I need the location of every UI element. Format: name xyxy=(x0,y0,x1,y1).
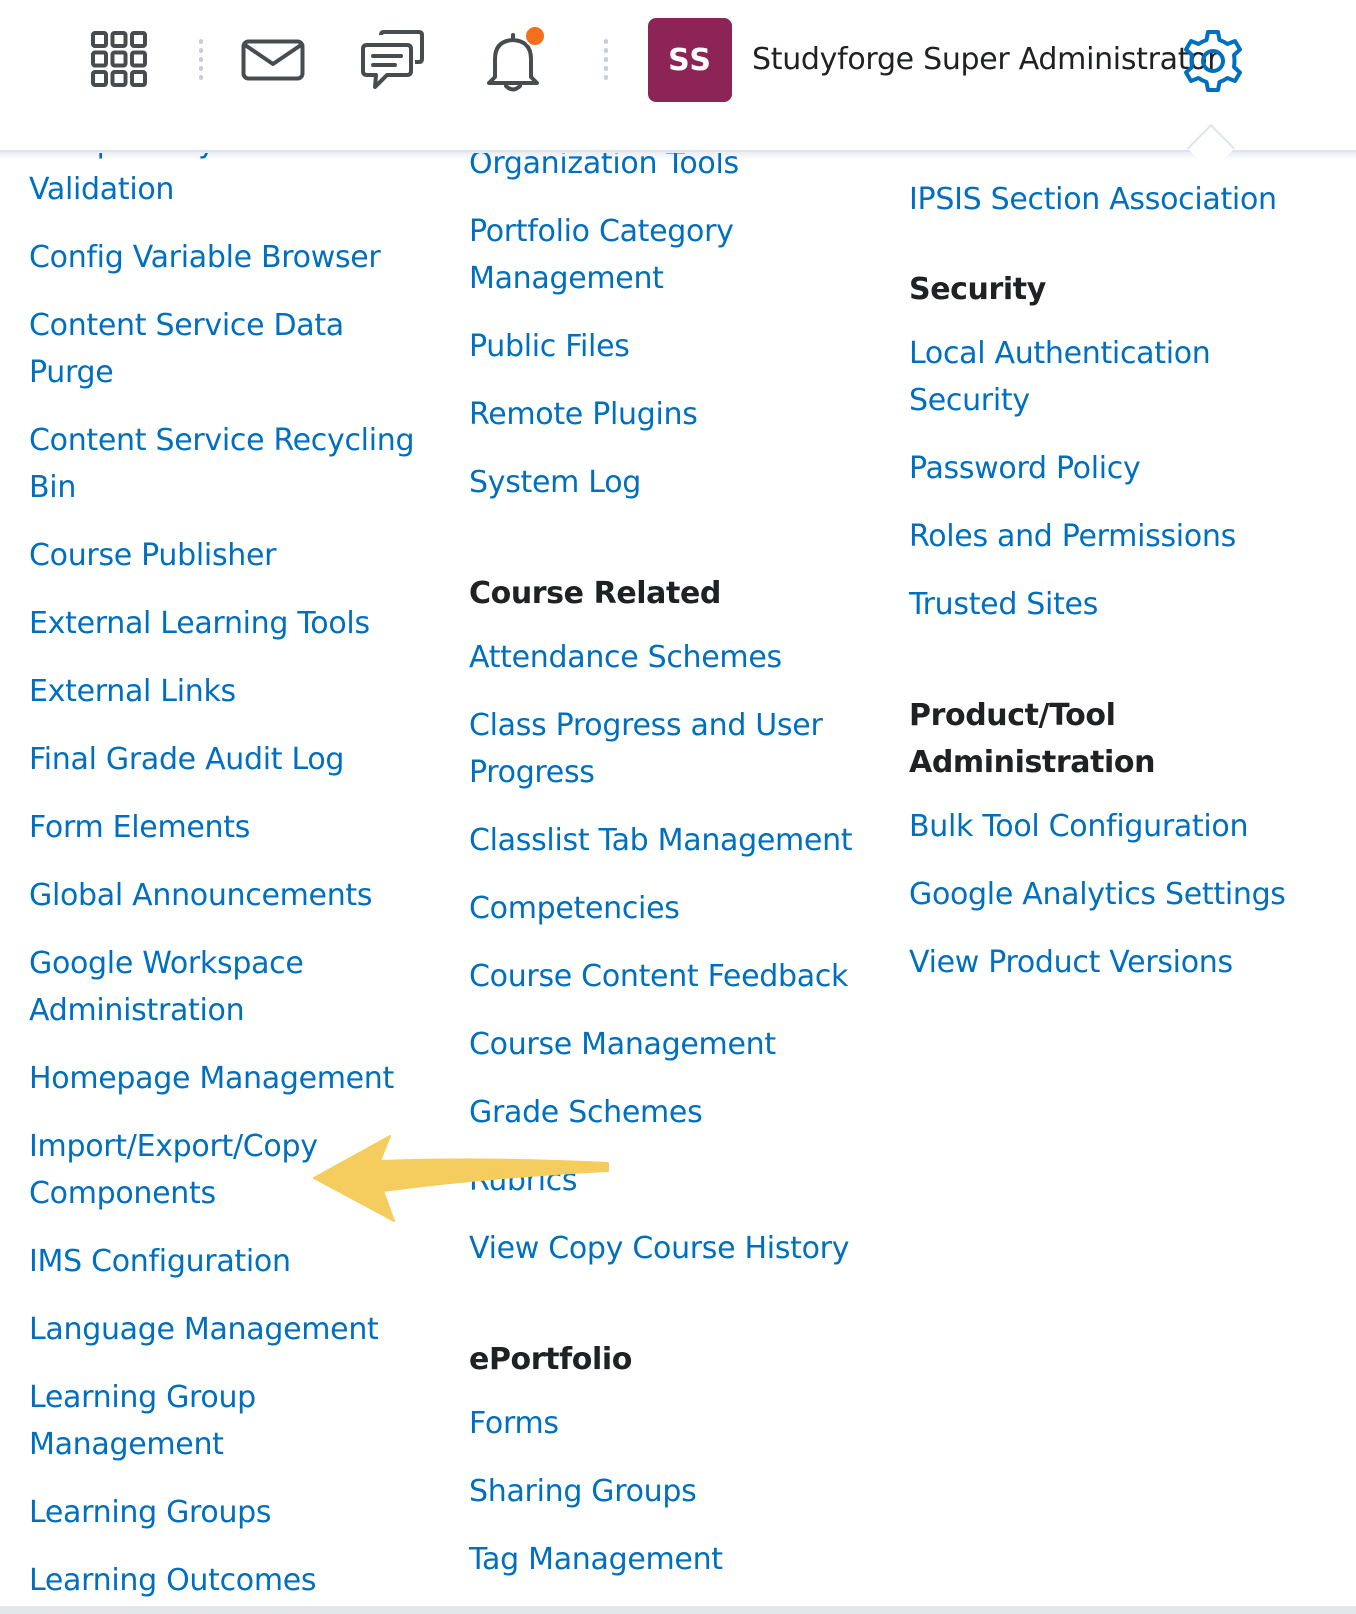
menu-link-learning-outcomes[interactable]: Learning Outcomes xyxy=(29,1557,424,1604)
menu-link-password-policy[interactable]: Password Policy xyxy=(909,445,1239,492)
menu-link-global-announcements[interactable]: Global Announcements xyxy=(29,872,424,919)
menu-link-trusted-sites[interactable]: Trusted Sites xyxy=(909,581,1239,628)
menu-link-content-service-recycling-bin[interactable]: Content Service Recycling Bin xyxy=(29,417,424,511)
apps-grid-icon[interactable] xyxy=(88,28,150,90)
menu-link-google-workspace-administration[interactable]: Google Workspace Administration xyxy=(29,940,424,1034)
user-name[interactable]: Studyforge Super Administrator xyxy=(752,42,1220,77)
menu-link-google-analytics-settings[interactable]: Google Analytics Settings xyxy=(909,871,1329,918)
menu-link-rubrics[interactable]: Rubrics xyxy=(469,1157,859,1204)
menu-link-remote-plugins[interactable]: Remote Plugins xyxy=(469,391,769,438)
menu-link-system-log[interactable]: System Log xyxy=(469,459,769,506)
menu-link-tag-management[interactable]: Tag Management xyxy=(469,1536,859,1583)
menu-link-course-management[interactable]: Course Management xyxy=(469,1021,859,1068)
menu-link-course-content-feedback[interactable]: Course Content Feedback xyxy=(469,953,859,1000)
menu-link-public-files[interactable]: Public Files xyxy=(469,323,769,370)
menu-link-local-authentication-security[interactable]: Local Authentication Security xyxy=(909,330,1239,424)
menu-link-class-progress-and-user-progress[interactable]: Class Progress and User Progress xyxy=(469,702,859,796)
menu-link-bulk-tool-configuration[interactable]: Bulk Tool Configuration xyxy=(909,803,1329,850)
menu-link-external-links[interactable]: External Links xyxy=(29,668,424,715)
top-navbar: SS Studyforge Super Administrator xyxy=(0,0,1356,150)
menu-link-form-elements[interactable]: Form Elements xyxy=(29,804,424,851)
nav-separator xyxy=(199,37,203,83)
bottom-edge xyxy=(0,1606,1356,1614)
section-heading-course-related: Course Related xyxy=(469,576,721,611)
menu-link-view-product-versions[interactable]: View Product Versions xyxy=(909,939,1329,986)
column-3: IPSIS Section Association Security Local… xyxy=(909,176,1329,1007)
column-2: Organization Tools Portfolio Category Ma… xyxy=(469,153,889,1604)
gear-icon[interactable] xyxy=(1180,28,1246,94)
menu-link-language-management[interactable]: Language Management xyxy=(29,1306,424,1353)
menu-link-external-learning-tools[interactable]: External Learning Tools xyxy=(29,600,424,647)
section-heading-security: Security xyxy=(909,272,1046,307)
column-1: Competency Structure Validation Config V… xyxy=(29,153,449,1614)
menu-link-ims-configuration[interactable]: IMS Configuration xyxy=(29,1238,424,1285)
chat-bubbles-icon[interactable] xyxy=(360,28,426,92)
section-heading-product-tool-administration: Product/Tool Administration xyxy=(909,698,1156,780)
menu-link-config-variable-browser[interactable]: Config Variable Browser xyxy=(29,234,424,281)
menu-link-view-copy-course-history[interactable]: View Copy Course History xyxy=(469,1225,859,1272)
menu-link-attendance-schemes[interactable]: Attendance Schemes xyxy=(469,634,859,681)
menu-link-organization-tools[interactable]: Organization Tools xyxy=(469,153,889,187)
envelope-icon[interactable] xyxy=(240,38,306,82)
menu-link-learning-group-management[interactable]: Learning Group Management xyxy=(29,1374,424,1468)
menu-link-grade-schemes[interactable]: Grade Schemes xyxy=(469,1089,859,1136)
menu-link-competencies[interactable]: Competencies xyxy=(469,885,859,932)
menu-link-sharing-groups[interactable]: Sharing Groups xyxy=(469,1468,859,1515)
section-heading-eportfolio: ePortfolio xyxy=(469,1342,632,1377)
admin-tools-dropdown: Competency Structure Validation Config V… xyxy=(0,153,1356,1614)
menu-link-clipped[interactable]: Competency Structure Validation xyxy=(29,153,449,213)
menu-link-portfolio-category-management[interactable]: Portfolio Category Management xyxy=(469,208,769,302)
menu-link-forms[interactable]: Forms xyxy=(469,1400,859,1447)
menu-link-roles-and-permissions[interactable]: Roles and Permissions xyxy=(909,513,1239,560)
menu-link-classlist-tab-management[interactable]: Classlist Tab Management xyxy=(469,817,859,864)
menu-link-homepage-management[interactable]: Homepage Management xyxy=(29,1055,424,1102)
menu-link-import-export-copy-components[interactable]: Import/Export/Copy Components xyxy=(29,1123,424,1217)
avatar[interactable]: SS xyxy=(648,18,732,102)
menu-link-ipsis-section-association[interactable]: IPSIS Section Association xyxy=(909,176,1329,223)
menu-link-learning-groups[interactable]: Learning Groups xyxy=(29,1489,424,1536)
menu-link-course-publisher[interactable]: Course Publisher xyxy=(29,532,424,579)
menu-link-content-service-data-purge[interactable]: Content Service Data Purge xyxy=(29,302,424,396)
menu-link-final-grade-audit-log[interactable]: Final Grade Audit Log xyxy=(29,736,424,783)
notification-badge xyxy=(524,25,546,47)
nav-separator xyxy=(604,37,608,83)
